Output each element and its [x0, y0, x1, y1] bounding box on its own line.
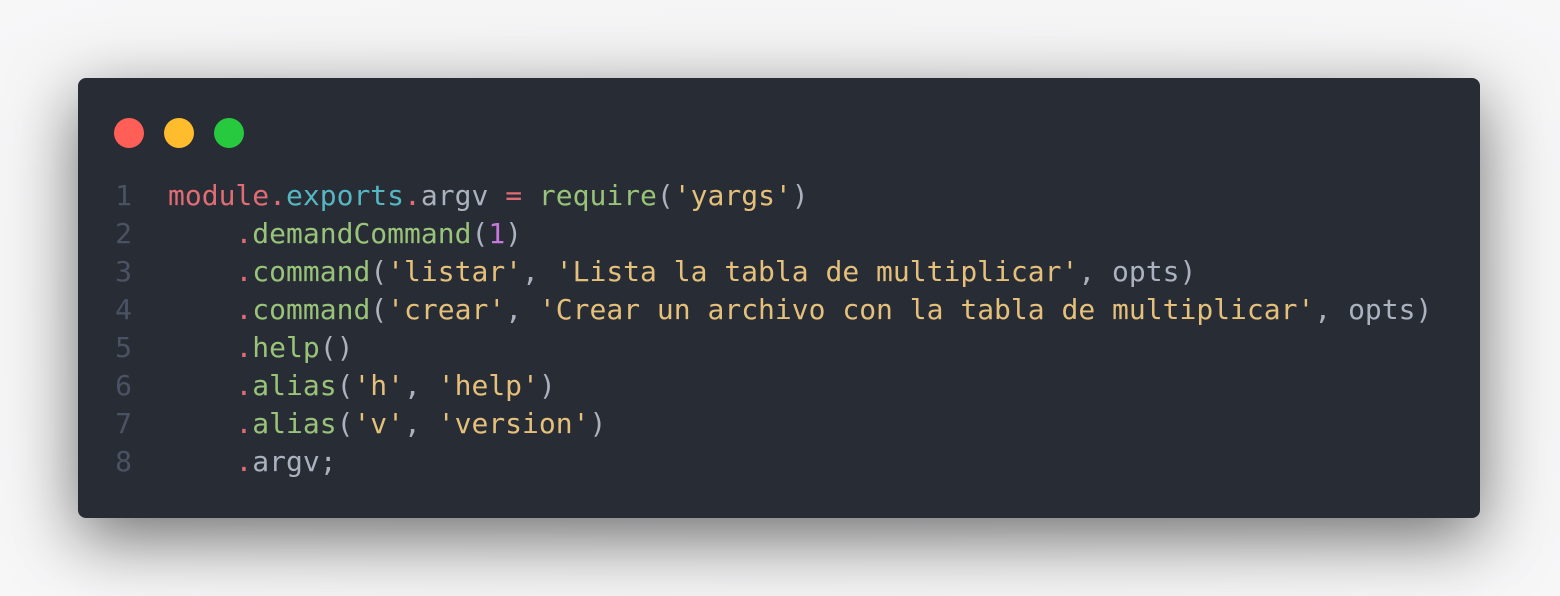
code-token: (: [656, 179, 674, 212]
code-token: command: [252, 255, 371, 288]
code-token: .: [269, 179, 287, 212]
code-token: require: [538, 179, 657, 212]
code-token: (: [336, 369, 354, 402]
code-token: ): [791, 179, 809, 212]
code-text: .command('crear', 'Crear un archivo con …: [168, 293, 1432, 326]
line-number: 6: [115, 369, 132, 402]
code-line: 5 .help(): [78, 329, 1432, 367]
code-token: .: [235, 369, 253, 402]
code-token: module: [168, 179, 270, 212]
code-token: 'h': [353, 369, 405, 402]
code-token: .: [404, 179, 421, 212]
line-number: 1: [115, 179, 132, 212]
code-token: help: [252, 331, 320, 364]
code-token: .: [235, 293, 253, 326]
code-token: 'Crear un archivo con la tabla de multip…: [538, 293, 1315, 326]
code-token: ): [589, 407, 607, 440]
code-line: 2 .demandCommand(1): [78, 215, 1432, 253]
code-token: ): [505, 217, 523, 250]
code-line: 6 .alias('h', 'help'): [78, 367, 1432, 405]
code-text: module.exports.argv = require('yargs'): [168, 179, 809, 212]
code-line: 4 .command('crear', 'Crear un archivo co…: [78, 291, 1432, 329]
code-token: alias: [252, 407, 337, 440]
code-token: (: [370, 293, 388, 326]
code-text: .help(): [168, 331, 353, 364]
code-block: 1 module.exports.argv = require('yargs') 2…: [78, 177, 1432, 481]
code-token: .: [235, 445, 253, 478]
line-number: 2: [115, 217, 132, 250]
code-token: , opts): [1314, 293, 1433, 326]
code-token: ,: [505, 293, 539, 326]
code-token: .: [235, 331, 253, 364]
code-text: .demandCommand(1): [168, 217, 522, 250]
maximize-button[interactable]: [214, 118, 244, 148]
code-token: (): [319, 331, 354, 364]
code-token: argv: [420, 179, 506, 212]
code-token: ,: [522, 255, 556, 288]
code-line: 7 .alias('v', 'version'): [78, 405, 1432, 443]
code-token: .: [235, 407, 253, 440]
code-token: exports: [286, 179, 405, 212]
code-token: 'help': [437, 369, 539, 402]
code-token: .: [235, 255, 253, 288]
code-token: (: [471, 217, 489, 250]
line-number: 3: [115, 255, 132, 288]
code-token: 'v': [353, 407, 405, 440]
code-line: 3 .command('listar', 'Lista la tabla de …: [78, 253, 1432, 291]
code-text: .alias('h', 'help'): [168, 369, 556, 402]
code-token: =: [505, 179, 523, 212]
code-token: , opts): [1078, 255, 1197, 288]
code-token: 'yargs': [673, 179, 792, 212]
code-line: 8 .argv;: [78, 443, 1432, 481]
code-token: 'version': [437, 407, 590, 440]
close-button[interactable]: [114, 118, 144, 148]
code-token: ): [538, 369, 556, 402]
code-token: (: [336, 407, 354, 440]
code-token: ,: [404, 407, 438, 440]
code-text: .argv;: [168, 445, 337, 478]
code-token: command: [252, 293, 371, 326]
code-token: 1: [488, 217, 506, 250]
line-number: 5: [115, 331, 132, 364]
code-token: 'Lista la tabla de multiplicar': [555, 255, 1079, 288]
line-number: 4: [115, 293, 132, 326]
code-token: 'crear': [387, 293, 506, 326]
code-text: .alias('v', 'version'): [168, 407, 606, 440]
minimize-button[interactable]: [164, 118, 194, 148]
line-number: 8: [115, 445, 132, 478]
code-window: 1 module.exports.argv = require('yargs') 2…: [78, 78, 1480, 518]
code-line: 1 module.exports.argv = require('yargs'): [78, 177, 1432, 215]
code-token: .: [235, 217, 253, 250]
code-token: argv;: [252, 445, 337, 478]
code-token: ,: [404, 369, 438, 402]
code-token: demandCommand: [252, 217, 472, 250]
line-number: 7: [115, 407, 132, 440]
code-text: .command('listar', 'Lista la tabla de mu…: [168, 255, 1196, 288]
code-token: 'listar': [387, 255, 523, 288]
code-token: alias: [252, 369, 337, 402]
code-token: (: [370, 255, 388, 288]
